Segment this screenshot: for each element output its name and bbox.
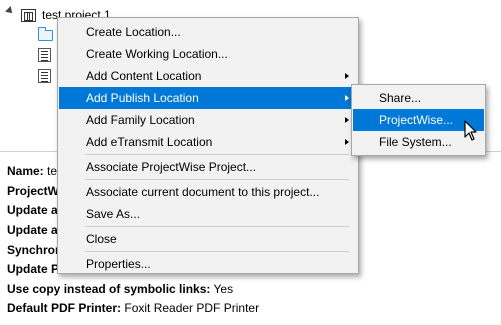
- property-row: Synchron: [7, 240, 62, 260]
- property-value: te: [47, 164, 58, 178]
- menu-separator: [85, 251, 349, 252]
- project-icon: [21, 8, 36, 22]
- submenu-arrow-icon: [345, 95, 349, 101]
- folder-icon: [38, 26, 53, 41]
- property-row: Update a: [7, 220, 58, 240]
- property-key: Update a: [7, 203, 58, 217]
- menu-item-associate-projectwise-project[interactable]: Associate ProjectWise Project...: [59, 156, 357, 178]
- menu-item-label: Create Working Location...: [86, 47, 228, 61]
- tree-node-folder[interactable]: [38, 25, 53, 45]
- menu-item-properties[interactable]: Properties...: [59, 253, 357, 275]
- property-row: ProjectW: [7, 181, 59, 201]
- submenu-item-label: Share...: [379, 91, 422, 105]
- menu-item-label: Create Location...: [86, 25, 181, 39]
- menu-item-close[interactable]: Close: [59, 228, 357, 250]
- tree-node-document[interactable]: [38, 45, 51, 65]
- menu-item-label: Associate current document to this proje…: [86, 185, 320, 199]
- property-key: Default PDF Printer:: [7, 301, 122, 315]
- property-row: Update a: [7, 200, 58, 220]
- menu-item-associate-current-document[interactable]: Associate current document to this proje…: [59, 181, 357, 203]
- menu-item-label: Add eTransmit Location: [86, 135, 213, 149]
- menu-item-add-etransmit-location[interactable]: Add eTransmit Location: [59, 131, 357, 153]
- submenu-item-share[interactable]: Share...: [353, 87, 484, 109]
- mouse-cursor-icon: [464, 120, 477, 141]
- property-row: Default PDF Printer: Foxit Reader PDF Pr…: [7, 298, 259, 318]
- menu-item-label: Add Family Location: [86, 113, 195, 127]
- menu-item-label: Save As...: [86, 207, 141, 221]
- menu-item-add-publish-location[interactable]: Add Publish Location: [59, 87, 357, 109]
- context-menu: Create Location... Create Working Locati…: [57, 17, 359, 274]
- document-icon: [38, 48, 51, 62]
- property-key: Update a: [7, 223, 58, 237]
- property-key: Synchron: [7, 243, 63, 257]
- property-value: Foxit Reader PDF Printer: [124, 301, 260, 315]
- menu-item-create-location[interactable]: Create Location...: [59, 21, 357, 43]
- menu-separator: [85, 154, 349, 155]
- property-row: Use copy instead of symbolic links: Yes: [7, 279, 233, 299]
- menu-separator: [85, 179, 349, 180]
- expand-arrow-icon[interactable]: [5, 6, 15, 16]
- submenu-arrow-icon: [345, 139, 349, 145]
- submenu-arrow-icon: [345, 117, 349, 123]
- menu-separator: [85, 226, 349, 227]
- menu-item-label: Properties...: [86, 257, 151, 271]
- property-key: ProjectW: [7, 184, 60, 198]
- property-value: Yes: [213, 282, 234, 296]
- property-key: Name:: [7, 164, 44, 178]
- document-icon: [38, 69, 51, 83]
- menu-item-add-content-location[interactable]: Add Content Location: [59, 65, 357, 87]
- menu-item-label: Add Publish Location: [86, 91, 199, 105]
- menu-item-create-working-location[interactable]: Create Working Location...: [59, 43, 357, 65]
- menu-item-save-as[interactable]: Save As...: [59, 203, 357, 225]
- property-row: Name: te: [7, 161, 57, 181]
- menu-item-label: Close: [86, 232, 117, 246]
- menu-item-label: Add Content Location: [86, 69, 202, 83]
- property-row: Update P: [7, 259, 59, 279]
- submenu-item-label: ProjectWise...: [379, 113, 454, 127]
- menu-item-add-family-location[interactable]: Add Family Location: [59, 109, 357, 131]
- property-key: Use copy instead of symbolic links:: [7, 282, 211, 296]
- submenu-arrow-icon: [345, 73, 349, 79]
- tree-node-document[interactable]: [38, 66, 51, 86]
- menu-item-label: Associate ProjectWise Project...: [86, 160, 257, 174]
- submenu-item-label: File System...: [379, 135, 452, 149]
- property-key: Update P: [7, 262, 60, 276]
